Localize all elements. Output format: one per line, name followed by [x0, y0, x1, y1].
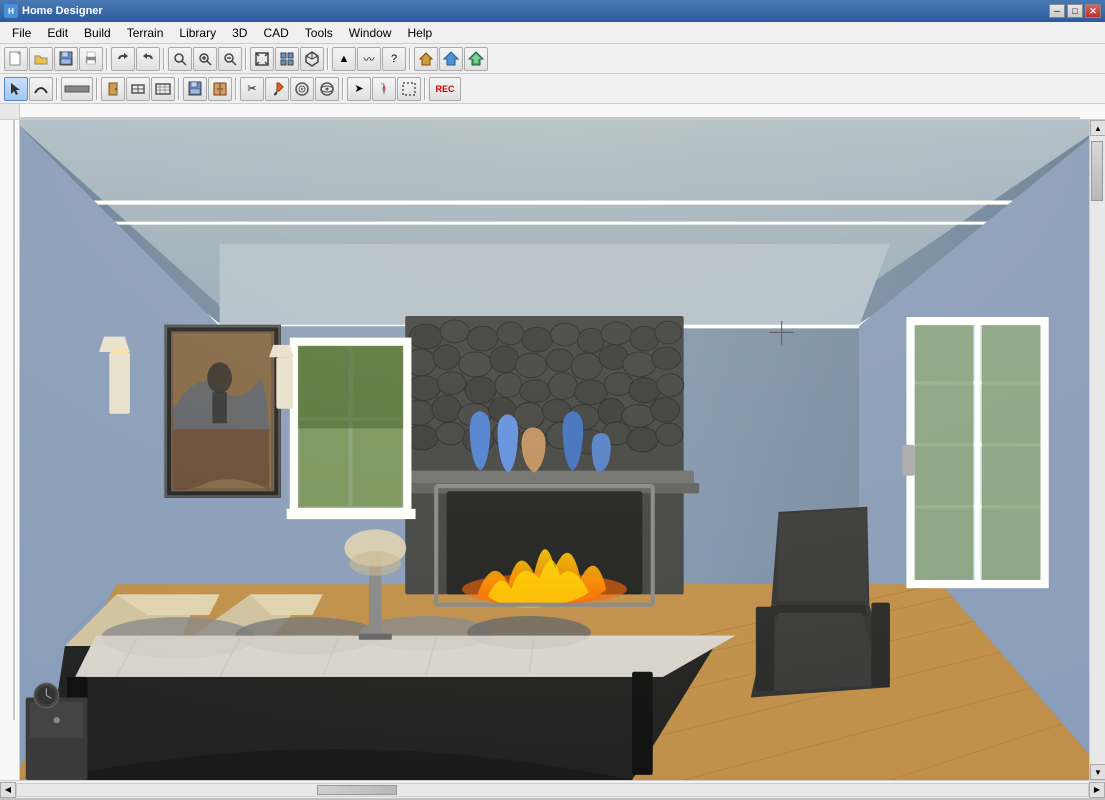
- zoom-out-button[interactable]: [218, 47, 242, 71]
- menu-cad[interactable]: CAD: [255, 24, 296, 42]
- title-bar-right: ─ □ ✕: [1049, 4, 1101, 18]
- menu-3d[interactable]: 3D: [224, 24, 255, 42]
- redo-button[interactable]: [136, 47, 160, 71]
- maximize-button[interactable]: □: [1067, 4, 1083, 18]
- canvas-area[interactable]: ▲ ▼: [20, 120, 1105, 780]
- fit-button[interactable]: [250, 47, 274, 71]
- delete-tool[interactable]: ✂: [240, 77, 264, 101]
- separator2: [163, 48, 165, 70]
- arrow-tool[interactable]: ➤: [347, 77, 371, 101]
- minimize-button[interactable]: ─: [1049, 4, 1065, 18]
- view3d-button[interactable]: [300, 47, 324, 71]
- separator11: [424, 78, 426, 100]
- zoom-in-button[interactable]: [193, 47, 217, 71]
- ruler-h-scale: // We'll add ruler ticks via JS below: [20, 104, 1080, 119]
- room-scene: [20, 120, 1105, 780]
- ruler-v-scale: [0, 120, 15, 720]
- menu-terrain[interactable]: Terrain: [119, 24, 172, 42]
- scroll-left-button[interactable]: ◀: [0, 782, 16, 798]
- separator3: [245, 48, 247, 70]
- up-arrow-button[interactable]: ▲: [332, 47, 356, 71]
- title-bar: H Home Designer ─ □ ✕: [0, 0, 1105, 22]
- app-icon: H: [4, 4, 18, 18]
- window-tool[interactable]: [126, 77, 150, 101]
- ruler-corner: [0, 104, 20, 120]
- select-region-tool[interactable]: [397, 77, 421, 101]
- scroll-track-vertical[interactable]: [1090, 136, 1105, 764]
- scroll-thumb-vertical[interactable]: [1091, 141, 1103, 201]
- bottom-area: ◀ ▶: [0, 780, 1105, 798]
- separator10: [342, 78, 344, 100]
- menu-file[interactable]: File: [4, 24, 39, 42]
- texture-tool[interactable]: [290, 77, 314, 101]
- save-button[interactable]: [54, 47, 78, 71]
- separator4: [327, 48, 329, 70]
- select-all-button[interactable]: [275, 47, 299, 71]
- scroll-right-button[interactable]: ▶: [1089, 782, 1105, 798]
- house-outline-button[interactable]: [414, 47, 438, 71]
- house-filled-button[interactable]: [439, 47, 463, 71]
- separator9: [235, 78, 237, 100]
- ruler-vertical: [0, 120, 20, 780]
- scrollbar-vertical[interactable]: ▲ ▼: [1089, 120, 1105, 780]
- new-button[interactable]: [4, 47, 28, 71]
- separator: [106, 48, 108, 70]
- house-top-button[interactable]: [464, 47, 488, 71]
- wave-button[interactable]: 〰: [357, 47, 381, 71]
- menu-tools[interactable]: Tools: [297, 24, 341, 42]
- scrollbar-horizontal[interactable]: [16, 783, 1089, 797]
- separator6: [56, 78, 58, 100]
- undo-button[interactable]: [111, 47, 135, 71]
- open-button[interactable]: [29, 47, 53, 71]
- menu-bar: File Edit Build Terrain Library 3D CAD T…: [0, 22, 1105, 44]
- title-bar-left: H Home Designer: [4, 4, 103, 18]
- wall-tool[interactable]: [61, 77, 93, 101]
- door-tool[interactable]: [101, 77, 125, 101]
- svg-text:N: N: [381, 81, 384, 86]
- toolbar1: ▲ 〰 ?: [0, 44, 1105, 74]
- main-area: ▲ ▼: [0, 120, 1105, 780]
- save-tool[interactable]: [183, 77, 207, 101]
- menu-library[interactable]: Library: [171, 24, 224, 42]
- cabinet-tool[interactable]: [208, 77, 232, 101]
- separator8: [178, 78, 180, 100]
- curve-tool[interactable]: [29, 77, 53, 101]
- scroll-thumb-horizontal[interactable]: [317, 785, 397, 795]
- print-button[interactable]: [79, 47, 103, 71]
- separator7: [96, 78, 98, 100]
- toolbar2: ✂ ➤ N REC: [0, 74, 1105, 104]
- menu-window[interactable]: Window: [341, 24, 400, 42]
- menu-help[interactable]: Help: [399, 24, 440, 42]
- question-button[interactable]: ?: [382, 47, 406, 71]
- separator5: [409, 48, 411, 70]
- app-title: Home Designer: [22, 5, 103, 17]
- record-button[interactable]: REC: [429, 77, 461, 101]
- menu-edit[interactable]: Edit: [39, 24, 76, 42]
- floor-tool[interactable]: [151, 77, 175, 101]
- paint-tool[interactable]: [265, 77, 289, 101]
- scroll-down-button[interactable]: ▼: [1090, 764, 1105, 780]
- ruler-horizontal: // We'll add ruler ticks via JS below: [0, 104, 1105, 120]
- zoom-lens-button[interactable]: [168, 47, 192, 71]
- menu-build[interactable]: Build: [76, 24, 119, 42]
- select-tool[interactable]: [4, 77, 28, 101]
- close-button[interactable]: ✕: [1085, 4, 1101, 18]
- compass-tool[interactable]: N: [372, 77, 396, 101]
- scroll-up-button[interactable]: ▲: [1090, 120, 1105, 136]
- material-tool[interactable]: [315, 77, 339, 101]
